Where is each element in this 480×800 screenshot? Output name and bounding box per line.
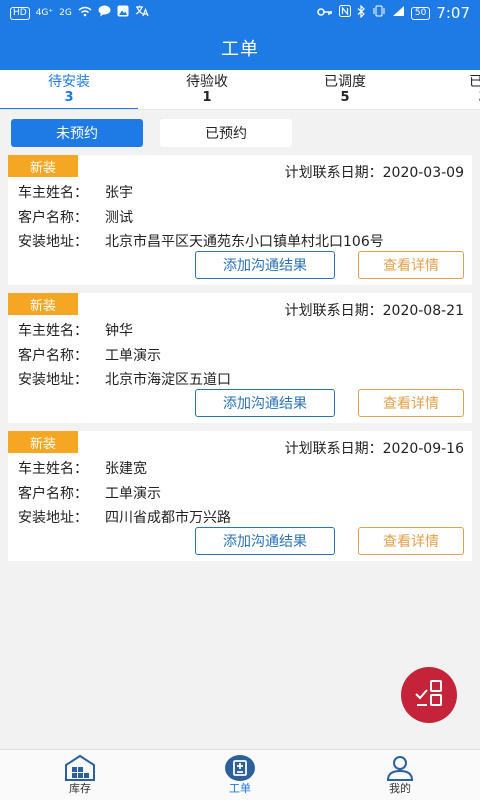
view-details-button[interactable]: 查看详情 xyxy=(358,527,464,555)
order-type-badge: 新装 xyxy=(8,155,78,177)
planned-contact-date: 计划联系日期：2020-09-16 xyxy=(284,441,464,457)
address-row: 安装地址： 四川省成都市万兴路 xyxy=(18,510,231,526)
bottom-navigation: 库存 工单 我的 xyxy=(0,749,480,800)
unbooked-button[interactable]: 未预约 xyxy=(11,119,143,147)
tab-count: 3 xyxy=(64,90,74,105)
work-order-icon xyxy=(224,754,256,782)
tab-count: 5 xyxy=(340,90,350,105)
address-row: 安装地址： 北京市海淀区五道口 xyxy=(18,372,231,388)
tab-count: 3 xyxy=(414,90,480,106)
customer-row: 客户名称： 工单演示 xyxy=(18,348,161,364)
nav-label: 我的 xyxy=(389,782,411,795)
nfc-icon xyxy=(338,5,351,21)
tab-label: 已调度 xyxy=(324,74,366,90)
order-type-badge: 新装 xyxy=(8,293,78,315)
nav-profile[interactable]: 我的 xyxy=(360,754,440,798)
translate-icon xyxy=(135,5,149,21)
customer-row: 客户名称： 测试 xyxy=(18,210,133,226)
user-icon xyxy=(384,754,416,782)
message-icon xyxy=(98,5,111,21)
signal-4g-icon: 4G⁺ xyxy=(35,8,54,18)
address-row: 安装地址： 北京市昌平区天通苑东小口镇单村北口106号 xyxy=(18,234,384,250)
page-title: 工单 xyxy=(221,39,259,60)
nav-label: 库存 xyxy=(69,782,91,795)
add-communication-button[interactable]: 添加沟通结果 xyxy=(195,527,335,555)
image-icon xyxy=(117,5,129,21)
tab-label: 待验收 xyxy=(186,74,228,90)
nav-work-order[interactable]: 工单 xyxy=(200,754,280,798)
order-type-badge: 新装 xyxy=(8,431,78,453)
tab-count: 1 xyxy=(202,90,212,105)
tab-label: 已完 xyxy=(414,74,480,90)
planned-contact-date: 计划联系日期：2020-03-09 xyxy=(284,165,464,181)
add-communication-button[interactable]: 添加沟通结果 xyxy=(195,389,335,417)
owner-row: 车主姓名： 张宇 xyxy=(18,185,133,201)
checklist-fab-button[interactable] xyxy=(401,667,457,723)
bluetooth-icon xyxy=(357,4,366,22)
signal-2g-icon: 2G xyxy=(59,8,72,18)
status-bar: HD 4G⁺ 2G 50 7:07 xyxy=(0,0,480,26)
planned-contact-date: 计划联系日期：2020-08-21 xyxy=(284,303,464,319)
checklist-grid-icon xyxy=(414,678,444,712)
tab-pending-acceptance[interactable]: 待验收 1 xyxy=(138,70,276,109)
warehouse-icon xyxy=(64,754,96,782)
cell-signal-icon xyxy=(392,5,405,21)
key-icon xyxy=(317,6,333,21)
app-header: 工单 xyxy=(0,26,480,70)
view-details-button[interactable]: 查看详情 xyxy=(358,251,464,279)
appointment-filter: 未预约 已预约 xyxy=(0,110,480,154)
nav-label: 工单 xyxy=(229,782,251,795)
booked-button[interactable]: 已预约 xyxy=(160,119,292,147)
owner-row: 车主姓名： 张建宽 xyxy=(18,461,147,477)
battery-icon: 50 xyxy=(410,6,431,20)
tab-pending-install[interactable]: 待安装 3 xyxy=(0,70,138,109)
work-order-card[interactable]: 新装 计划联系日期：2020-08-21 车主姓名： 钟华 客户名称： 工单演示 安… xyxy=(8,293,472,423)
tab-label: 待安装 xyxy=(48,74,90,90)
hd-badge: HD xyxy=(10,6,30,20)
tab-completed[interactable]: 已完 3 xyxy=(414,70,480,109)
customer-row: 客户名称： 工单演示 xyxy=(18,486,161,502)
vibrate-icon xyxy=(372,5,386,21)
owner-row: 车主姓名： 钟华 xyxy=(18,323,133,339)
nav-inventory[interactable]: 库存 xyxy=(40,754,120,798)
view-details-button[interactable]: 查看详情 xyxy=(358,389,464,417)
wifi-icon xyxy=(78,6,92,21)
clock: 7:07 xyxy=(436,4,470,22)
work-order-card[interactable]: 新装 计划联系日期：2020-09-16 车主姓名： 张建宽 客户名称： 工单演示 … xyxy=(8,431,472,561)
status-tabs: 待安装 3 待验收 1 已调度 5 已完 3 xyxy=(0,70,480,110)
tab-dispatched[interactable]: 已调度 5 xyxy=(276,70,414,109)
add-communication-button[interactable]: 添加沟通结果 xyxy=(195,251,335,279)
work-order-card[interactable]: 新装 计划联系日期：2020-03-09 车主姓名： 张宇 客户名称： 测试 安装地… xyxy=(8,155,472,285)
